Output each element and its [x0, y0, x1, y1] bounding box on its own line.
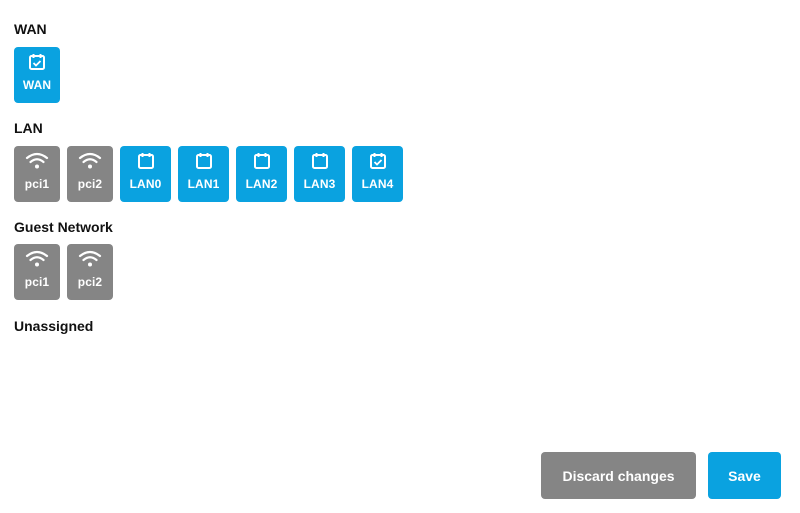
- section-title-lan: LAN: [14, 120, 43, 136]
- interface-tile-lan3[interactable]: LAN3: [294, 146, 345, 202]
- interface-label: pci2: [77, 177, 103, 191]
- interface-label: LAN0: [129, 177, 162, 191]
- calendar-check-icon: [369, 153, 386, 169]
- interface-tile-pci2[interactable]: pci2: [67, 244, 113, 300]
- interface-label: pci1: [24, 177, 50, 191]
- save-button[interactable]: Save: [708, 452, 781, 499]
- interface-label: LAN1: [187, 177, 220, 191]
- discard-changes-button[interactable]: Discard changes: [541, 452, 696, 499]
- wan-interfaces-row: WAN: [14, 47, 60, 103]
- calendar-icon: [253, 153, 270, 169]
- section-title-unassigned: Unassigned: [14, 318, 94, 334]
- wifi-icon: [25, 250, 49, 267]
- wifi-icon: [78, 152, 102, 169]
- interface-tile-lan2[interactable]: LAN2: [236, 146, 287, 202]
- interface-tile-lan0[interactable]: LAN0: [120, 146, 171, 202]
- interface-label: pci2: [77, 275, 103, 289]
- calendar-icon: [195, 153, 212, 169]
- calendar-icon: [137, 153, 154, 169]
- lan-interfaces-row: pci1 pci2 LAN0 LAN1 LAN2 LAN3 LAN4: [14, 146, 403, 202]
- interface-label: LAN4: [361, 177, 394, 191]
- interface-tile-pci1[interactable]: pci1: [14, 146, 60, 202]
- section-title-guest-network: Guest Network: [14, 219, 113, 235]
- interface-tile-wan[interactable]: WAN: [14, 47, 60, 103]
- interface-label: LAN2: [245, 177, 278, 191]
- wifi-icon: [25, 152, 49, 169]
- calendar-check-icon: [29, 54, 45, 70]
- calendar-icon: [311, 153, 328, 169]
- section-title-wan: WAN: [14, 21, 47, 37]
- interface-tile-lan1[interactable]: LAN1: [178, 146, 229, 202]
- interface-tile-pci1[interactable]: pci1: [14, 244, 60, 300]
- interface-tile-pci2[interactable]: pci2: [67, 146, 113, 202]
- interface-tile-lan4[interactable]: LAN4: [352, 146, 403, 202]
- interface-label: pci1: [24, 275, 50, 289]
- wifi-icon: [78, 250, 102, 267]
- interface-assignment-page: WAN WAN LAN pci1 pci2 LAN0 LAN1 LAN2 LAN…: [0, 0, 800, 513]
- guest-network-interfaces-row: pci1 pci2: [14, 244, 113, 300]
- interface-label: WAN: [22, 78, 52, 92]
- interface-label: LAN3: [303, 177, 336, 191]
